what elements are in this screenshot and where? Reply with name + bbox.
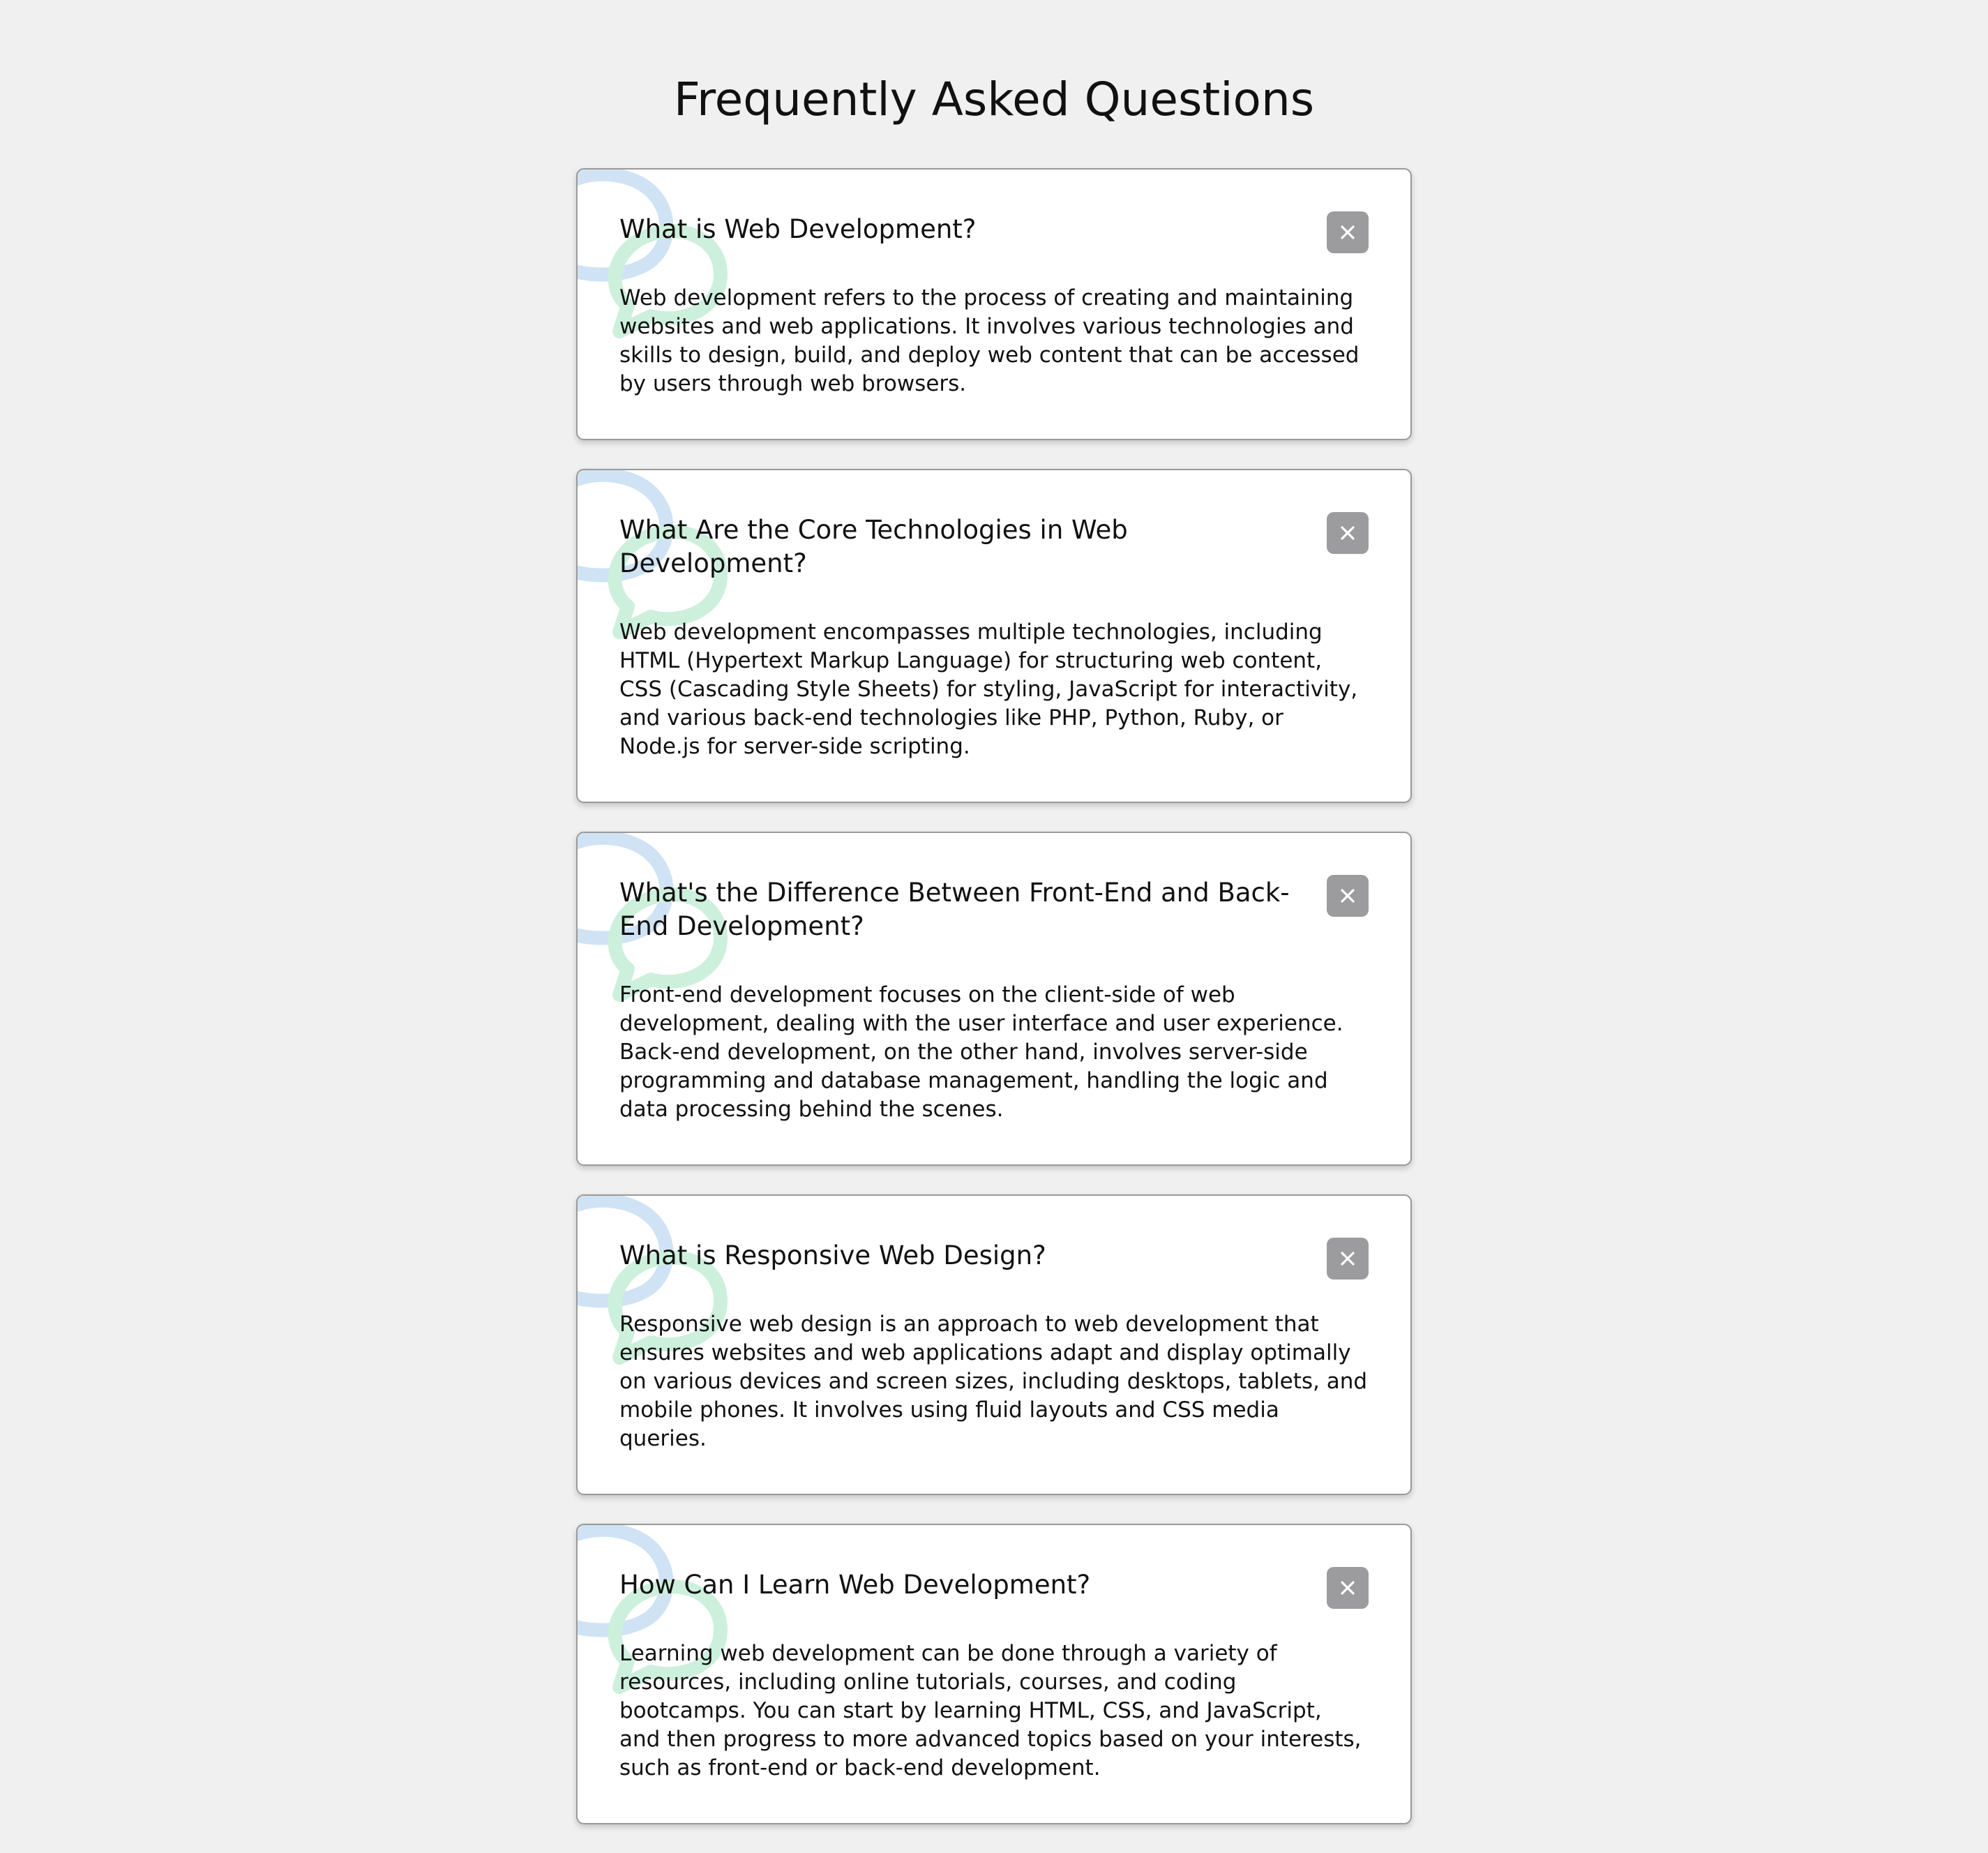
faq-item: What is Web Development? Web development… [576,168,1412,440]
faq-answer: Web development refers to the process of… [619,285,1360,396]
page-title: Frequently Asked Questions [673,73,1315,126]
faq-list: What is Web Development? Web development… [576,168,1412,1853]
faq-item: How Can I Learn Web Development? Learnin… [576,1524,1412,1824]
close-button[interactable] [1327,211,1369,253]
close-button[interactable] [1327,875,1369,917]
faq-answer: Web development encompasses multiple tec… [619,620,1358,759]
faq-question: What is Web Development? [619,214,977,244]
faq-item: What Are the Core Technologies in Web De… [576,469,1412,803]
faq-question: What is Responsive Web Design? [619,1240,1046,1270]
faq-item: What's the Difference Between Front-End … [576,832,1412,1166]
faq-question: What's the Difference Between Front-End … [619,878,1290,941]
close-icon [1341,889,1355,903]
faq-question: How Can I Learn Web Development? [619,1570,1091,1600]
close-icon [1341,1581,1355,1595]
faq-question: What Are the Core Technologies in Web De… [619,515,1128,578]
faq-answer: Learning web development can be done thr… [619,1641,1362,1780]
faq-answer: Responsive web design is an approach to … [619,1312,1368,1451]
faq-item: What is Responsive Web Design? Responsiv… [576,1194,1412,1495]
close-button[interactable] [1327,512,1369,554]
close-icon [1341,526,1355,540]
close-button[interactable] [1327,1238,1369,1280]
close-icon [1341,225,1355,239]
close-button[interactable] [1327,1567,1369,1609]
close-icon [1341,1252,1355,1266]
faq-answer: Front-end development focuses on the cli… [619,982,1343,1122]
